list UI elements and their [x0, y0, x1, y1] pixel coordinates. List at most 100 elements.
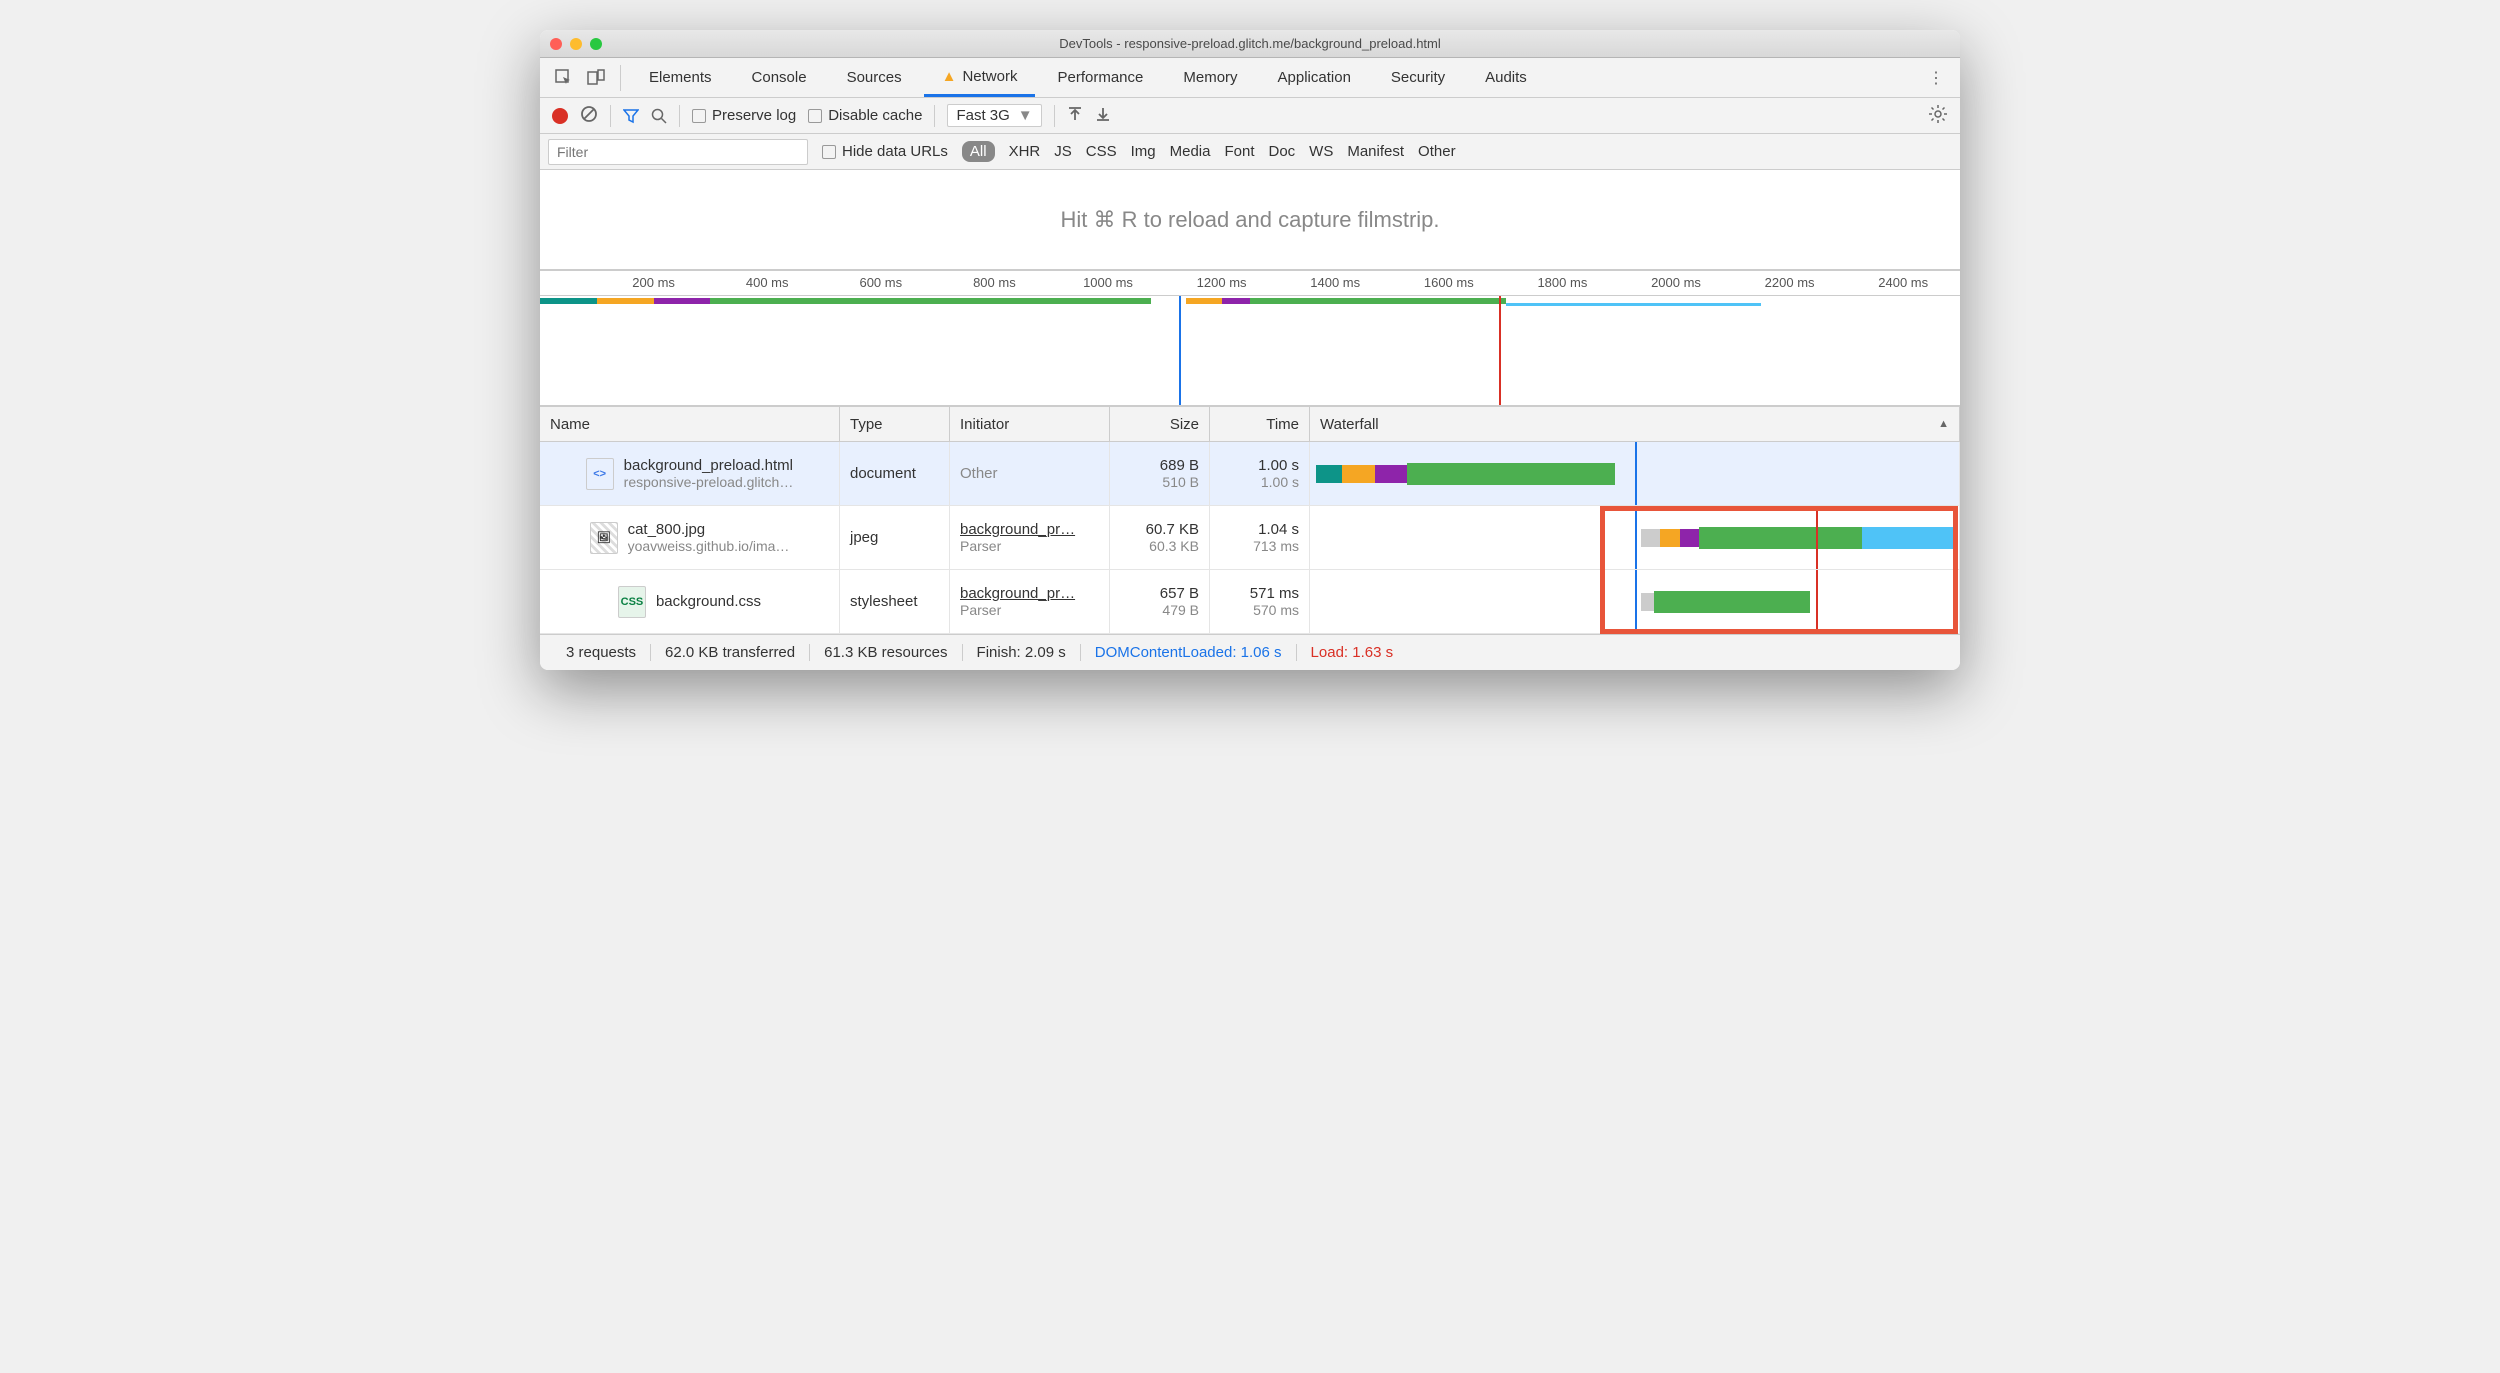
request-type: stylesheet	[850, 593, 939, 610]
tab-elements[interactable]: Elements	[631, 58, 730, 97]
request-size-sub: 510 B	[1120, 474, 1199, 490]
request-size-sub: 479 B	[1120, 602, 1199, 618]
tick: 2400 ms	[1878, 275, 1928, 290]
status-requests: 3 requests	[552, 644, 651, 661]
dcl-line	[1635, 506, 1637, 569]
tab-application[interactable]: Application	[1260, 58, 1369, 97]
tab-sources[interactable]: Sources	[829, 58, 920, 97]
waterfall-segment	[1680, 529, 1699, 547]
inspect-element-icon[interactable]	[550, 64, 578, 92]
status-transferred: 62.0 KB transferred	[651, 644, 810, 661]
overview-segment	[1506, 303, 1762, 306]
request-initiator[interactable]: background_pr…	[960, 585, 1099, 602]
filter-type-xhr[interactable]: XHR	[1009, 143, 1041, 160]
request-initiator: Other	[960, 465, 1099, 482]
tick: 400 ms	[746, 275, 789, 290]
tick: 1200 ms	[1197, 275, 1247, 290]
file-html-icon: <>	[586, 458, 614, 490]
chevron-down-icon: ▼	[1018, 107, 1033, 124]
clear-button[interactable]	[580, 105, 598, 127]
tab-audits[interactable]: Audits	[1467, 58, 1545, 97]
tab-memory[interactable]: Memory	[1165, 58, 1255, 97]
download-har-icon[interactable]	[1095, 106, 1111, 126]
filter-input[interactable]	[548, 139, 808, 165]
request-domain: responsive-preload.glitch…	[624, 474, 794, 490]
upload-har-icon[interactable]	[1067, 106, 1083, 126]
tick: 2200 ms	[1765, 275, 1815, 290]
request-name: cat_800.jpg	[628, 521, 790, 538]
timeline-ruler[interactable]: 200 ms 400 ms 600 ms 800 ms 1000 ms 1200…	[540, 270, 1960, 296]
filter-type-doc[interactable]: Doc	[1268, 143, 1295, 160]
tick: 1000 ms	[1083, 275, 1133, 290]
request-name: background_preload.html	[624, 457, 794, 474]
col-time[interactable]: Time	[1210, 407, 1310, 441]
filter-type-other[interactable]: Other	[1418, 143, 1456, 160]
settings-icon[interactable]	[1928, 104, 1948, 128]
col-waterfall[interactable]: Waterfall ▲	[1310, 407, 1960, 441]
devtools-window: DevTools - responsive-preload.glitch.me/…	[540, 30, 1960, 670]
traffic-lights	[550, 38, 602, 50]
waterfall-segment	[1641, 529, 1660, 547]
col-type[interactable]: Type	[840, 407, 950, 441]
request-type: document	[850, 465, 939, 482]
hide-data-urls-checkbox[interactable]: Hide data URLs	[822, 143, 948, 160]
tick: 1600 ms	[1424, 275, 1474, 290]
throttling-select[interactable]: Fast 3G ▼	[947, 104, 1041, 127]
col-size[interactable]: Size	[1110, 407, 1210, 441]
filter-type-img[interactable]: Img	[1131, 143, 1156, 160]
overview-segment	[1250, 298, 1506, 304]
status-finish: Finish: 2.09 s	[963, 644, 1081, 661]
request-size: 60.7 KB	[1120, 521, 1199, 538]
tab-network[interactable]: ▲ Network	[924, 58, 1036, 97]
overview-segment	[1222, 298, 1250, 304]
record-button[interactable]	[552, 108, 568, 124]
tick: 800 ms	[973, 275, 1016, 290]
more-menu-icon[interactable]: ⋮	[1922, 64, 1950, 92]
col-initiator[interactable]: Initiator	[950, 407, 1110, 441]
waterfall-segment	[1342, 465, 1374, 483]
request-domain: yoavweiss.github.io/ima…	[628, 538, 790, 554]
tab-network-label: Network	[962, 68, 1017, 85]
request-row[interactable]: 🖼 cat_800.jpg yoavweiss.github.io/ima… j…	[540, 506, 1960, 570]
titlebar: DevTools - responsive-preload.glitch.me/…	[540, 30, 1960, 58]
waterfall-segment	[1641, 593, 1654, 611]
separator	[1054, 105, 1055, 127]
main-tab-bar: Elements Console Sources ▲ Network Perfo…	[540, 58, 1960, 98]
tick: 2000 ms	[1651, 275, 1701, 290]
request-time-sub: 570 ms	[1220, 602, 1299, 618]
search-icon[interactable]	[651, 108, 667, 124]
maximize-window-button[interactable]	[590, 38, 602, 50]
filter-type-js[interactable]: JS	[1054, 143, 1072, 160]
filter-toggle-icon[interactable]	[623, 108, 639, 124]
preserve-log-checkbox[interactable]: Preserve log	[692, 107, 796, 124]
separator	[620, 65, 621, 91]
separator	[610, 105, 611, 127]
status-load: Load: 1.63 s	[1297, 644, 1408, 661]
filter-type-media[interactable]: Media	[1170, 143, 1211, 160]
request-row[interactable]: CSS background.css stylesheet background…	[540, 570, 1960, 634]
tab-console[interactable]: Console	[734, 58, 825, 97]
disable-cache-checkbox[interactable]: Disable cache	[808, 107, 922, 124]
request-name: background.css	[656, 593, 761, 610]
tab-performance[interactable]: Performance	[1039, 58, 1161, 97]
minimize-window-button[interactable]	[570, 38, 582, 50]
request-time: 1.00 s	[1220, 457, 1299, 474]
warning-icon: ▲	[942, 68, 957, 85]
request-row[interactable]: <> background_preload.html responsive-pr…	[540, 442, 1960, 506]
request-size: 657 B	[1120, 585, 1199, 602]
load-line	[1816, 506, 1818, 569]
request-size-sub: 60.3 KB	[1120, 538, 1199, 554]
tab-security[interactable]: Security	[1373, 58, 1463, 97]
timeline-overview[interactable]	[540, 296, 1960, 406]
request-initiator[interactable]: background_pr…	[960, 521, 1099, 538]
close-window-button[interactable]	[550, 38, 562, 50]
waterfall-segment	[1660, 529, 1679, 547]
filter-type-manifest[interactable]: Manifest	[1347, 143, 1404, 160]
filter-type-ws[interactable]: WS	[1309, 143, 1333, 160]
filter-type-all[interactable]: All	[962, 141, 995, 162]
filter-type-css[interactable]: CSS	[1086, 143, 1117, 160]
device-toolbar-icon[interactable]	[582, 64, 610, 92]
filter-type-font[interactable]: Font	[1224, 143, 1254, 160]
col-name[interactable]: Name	[540, 407, 840, 441]
tick: 1400 ms	[1310, 275, 1360, 290]
